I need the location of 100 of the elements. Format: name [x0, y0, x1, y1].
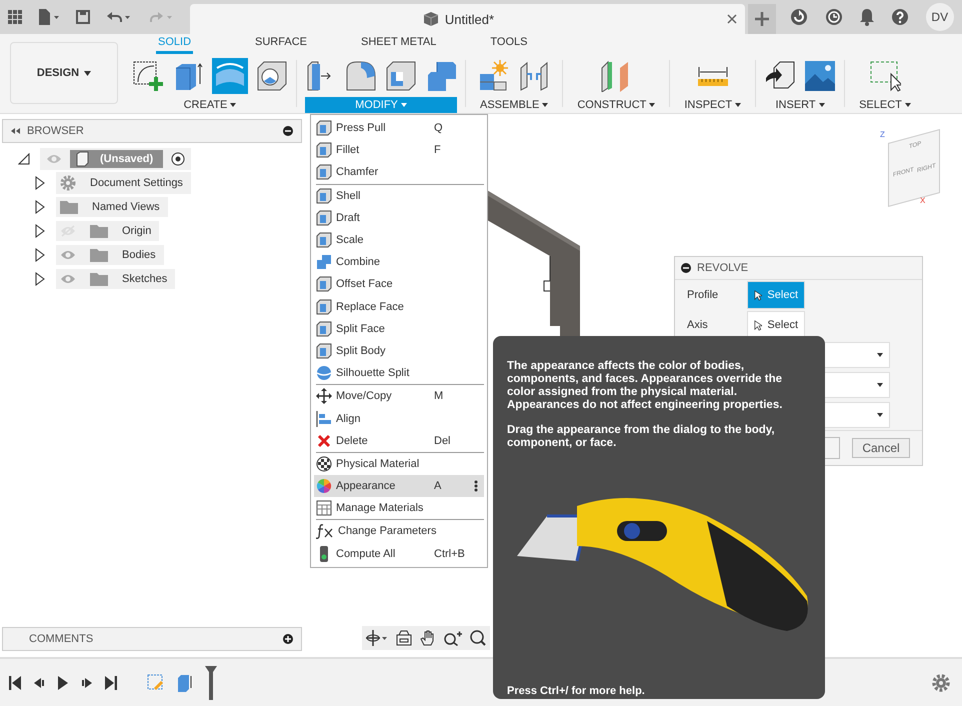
collapsed-triangle-icon[interactable]: [34, 176, 46, 190]
play-icon[interactable]: [57, 676, 69, 690]
toolbar-group-button[interactable]: ASSEMBLE: [474, 97, 554, 113]
folder-icon: [60, 200, 78, 214]
cursor-icon: [754, 318, 762, 332]
menu-item[interactable]: Manage Materials: [314, 497, 484, 520]
minus-icon[interactable]: [283, 126, 293, 136]
joint-icon[interactable]: [518, 60, 550, 92]
cancel-button[interactable]: Cancel: [852, 438, 910, 458]
hole-icon[interactable]: [256, 60, 288, 92]
toolbar-group-button[interactable]: INSERT: [764, 97, 836, 113]
menu-item[interactable]: Replace Face: [314, 296, 484, 318]
refresh-icon[interactable]: [790, 8, 808, 26]
menu-item[interactable]: Chamfer: [314, 161, 484, 184]
expanded-triangle-icon[interactable]: [18, 153, 30, 165]
save-icon[interactable]: [76, 10, 90, 24]
browser-item-label[interactable]: Origin: [122, 225, 152, 237]
new-tab-button[interactable]: [748, 4, 776, 34]
collapsed-triangle-icon[interactable]: [34, 272, 46, 286]
collapsed-triangle-icon[interactable]: [34, 248, 46, 262]
close-icon[interactable]: [727, 14, 737, 24]
more-options-icon[interactable]: [474, 480, 478, 492]
workspace-switcher[interactable]: DESIGN: [10, 42, 118, 104]
move-arrows-icon: [316, 388, 332, 404]
extrude-feature-icon[interactable]: [177, 674, 193, 692]
menu-item[interactable]: Press Pull Q: [314, 117, 484, 140]
menu-item[interactable]: Delete Del: [314, 430, 484, 452]
menu-item[interactable]: Fillet F: [314, 139, 484, 162]
field-label: Profile: [687, 289, 720, 301]
file-menu-icon[interactable]: [38, 9, 60, 25]
solid-tool-icon: [316, 142, 332, 158]
timeline-marker-icon[interactable]: [205, 666, 217, 700]
toolbar-tab[interactable]: SURFACE: [253, 36, 309, 54]
tooltip-footer: Press Ctrl+/ for more help.: [507, 685, 815, 697]
zoom-window-icon[interactable]: [470, 630, 486, 646]
menu-item[interactable]: Offset Face: [314, 273, 484, 296]
solid-tool-icon: [316, 276, 332, 292]
menu-item[interactable]: Appearance A: [314, 475, 484, 498]
toolbar-group-button[interactable]: CONSTRUCT: [571, 97, 662, 113]
image-icon[interactable]: [804, 60, 836, 92]
menu-item[interactable]: Combine: [314, 251, 484, 274]
menu-item[interactable]: Move/Copy M: [314, 385, 484, 408]
solid-tool-icon: [316, 298, 332, 315]
menu-item[interactable]: Physical Material: [314, 452, 484, 475]
menu-item[interactable]: Change Parameters: [314, 520, 484, 543]
revolve-icon[interactable]: [212, 58, 248, 94]
orbit-icon[interactable]: [366, 630, 388, 646]
combine-icon[interactable]: [425, 60, 457, 92]
solid-tool-icon: [316, 320, 332, 337]
menu-item[interactable]: Draft: [314, 206, 484, 229]
user-avatar[interactable]: DV: [926, 3, 954, 31]
new-component-icon[interactable]: [478, 60, 510, 92]
menu-item[interactable]: Silhouette Split: [314, 362, 484, 384]
skip-start-icon[interactable]: [9, 676, 21, 690]
color-wheel-icon: [316, 478, 332, 494]
caret-icon: [877, 413, 883, 417]
toolbar-group-button[interactable]: SELECT: [853, 97, 917, 113]
folder-icon: [90, 272, 108, 286]
align-icon: [316, 410, 332, 427]
bell-icon[interactable]: [858, 8, 875, 26]
menu-item[interactable]: Split Face: [314, 318, 484, 340]
caret-icon: [735, 103, 742, 108]
clock-icon[interactable]: [824, 8, 843, 26]
fillet-icon[interactable]: [345, 60, 377, 92]
window-select-icon[interactable]: [868, 60, 901, 92]
target-icon[interactable]: [171, 152, 186, 166]
step-back-icon[interactable]: [33, 676, 45, 690]
menu-item[interactable]: Shell: [314, 184, 484, 207]
toolbar-group-button[interactable]: INSPECT: [678, 97, 748, 113]
step-forward-icon[interactable]: [81, 676, 93, 690]
collapse-icon[interactable]: [11, 128, 21, 134]
pan-hand-icon[interactable]: [420, 630, 436, 646]
menu-item[interactable]: Compute All Ctrl+B: [314, 542, 484, 565]
undo-icon[interactable]: [106, 10, 132, 24]
axis-label: X: [920, 196, 926, 205]
menu-item[interactable]: Scale: [314, 228, 484, 252]
toolbar-tab[interactable]: TOOLS: [488, 36, 530, 54]
toolbar-tab[interactable]: SHEET METAL: [358, 36, 438, 54]
folder-icon: [90, 224, 108, 238]
help-icon[interactable]: [891, 8, 910, 26]
toolbar-group-button[interactable]: CREATE: [132, 97, 288, 113]
apps-grid-icon[interactable]: [8, 10, 22, 24]
component-icon: [74, 151, 90, 167]
sketch-feature-icon[interactable]: [147, 674, 165, 692]
skip-end-icon[interactable]: [105, 676, 117, 690]
settings-icon[interactable]: [932, 674, 950, 692]
zoom-icon[interactable]: [444, 630, 462, 646]
menu-item[interactable]: Split Body: [314, 340, 484, 362]
checker-sphere-icon: [316, 456, 332, 472]
browser-item-label[interactable]: Bodies: [122, 249, 156, 261]
document-tab[interactable]: Untitled*: [190, 4, 745, 34]
menu-item[interactable]: Align: [314, 407, 484, 430]
collapsed-triangle-icon[interactable]: [34, 200, 46, 214]
sphere-icon: [316, 365, 332, 382]
add-icon[interactable]: [283, 634, 293, 644]
sketch-icon[interactable]: [132, 60, 164, 92]
caret-icon: [400, 103, 407, 108]
shell-icon[interactable]: [385, 60, 417, 92]
collapsed-triangle-icon[interactable]: [34, 224, 46, 238]
minus-icon[interactable]: [681, 263, 691, 273]
